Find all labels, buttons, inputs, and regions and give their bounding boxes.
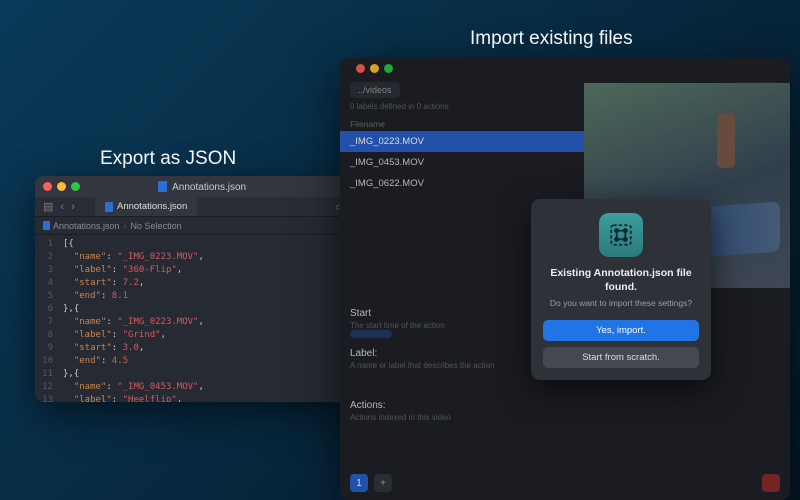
editor-filename: Annotations.json — [35, 181, 369, 193]
dialog-scratch-button[interactable]: Start from scratch. — [543, 347, 699, 368]
heading-import: Import existing files — [470, 28, 633, 50]
editor-tabbar: ▤ ‹ › Annotations.json ▭ ⊞ — [35, 197, 369, 217]
dialog-import-button[interactable]: Yes, import. — [543, 320, 699, 341]
dialog-subtitle: Do you want to import these settings? — [543, 298, 699, 308]
document-icon — [105, 202, 113, 212]
nav-fwd-icon[interactable]: › — [71, 201, 75, 213]
import-dialog: Existing Annotation.json file found. Do … — [531, 199, 711, 380]
sidebar-toggle-icon[interactable]: ▤ — [43, 200, 53, 213]
nav-back-icon[interactable]: ‹ — [60, 201, 64, 213]
document-icon — [158, 181, 167, 192]
code-area[interactable]: 12345678910111213141516 [{ "name": "_IMG… — [35, 235, 369, 402]
document-icon — [43, 221, 50, 230]
dialog-title: Existing Annotation.json file found. — [543, 267, 699, 294]
code-editor-window: Annotations.json ▤ ‹ › Annotations.json … — [35, 176, 369, 402]
app-icon — [599, 213, 643, 257]
editor-titlebar: Annotations.json — [35, 176, 369, 197]
editor-tab[interactable]: Annotations.json — [95, 197, 197, 216]
annotation-app-window: ../videos Export 0 labels defined in 0 a… — [340, 58, 790, 500]
editor-breadcrumb[interactable]: Annotations.json › No Selection — [35, 217, 369, 235]
heading-export: Export as JSON — [100, 148, 236, 170]
